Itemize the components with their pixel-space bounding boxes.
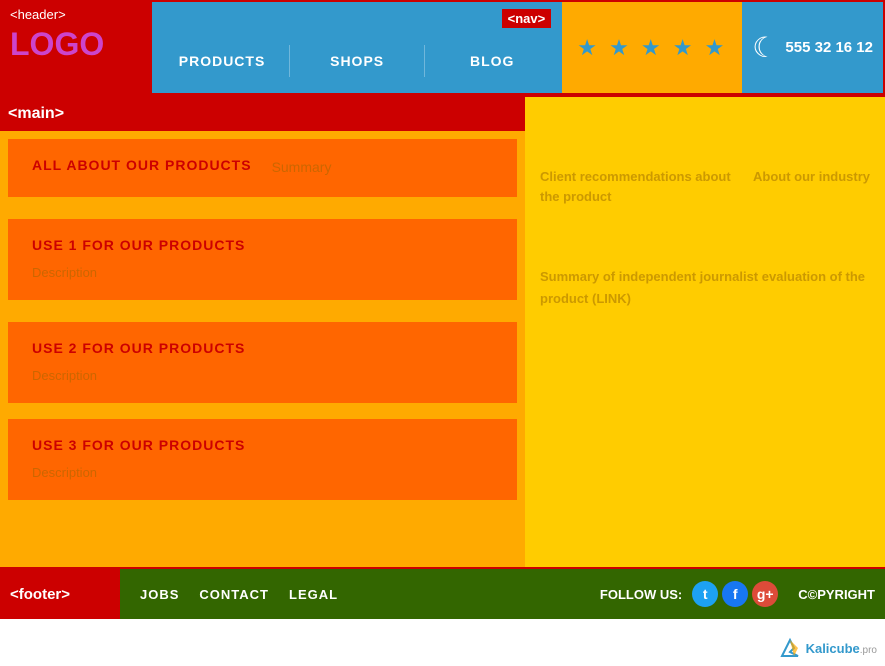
nav-tag-row: <nav> bbox=[155, 5, 559, 32]
section-use1-inner: USE 1 FOR OUR PRODUCTS Description bbox=[20, 229, 505, 288]
nav-blog[interactable]: BLOG bbox=[425, 45, 559, 77]
section-use2-inner: USE 2 FOR OUR PRODUCTS Description bbox=[20, 332, 505, 391]
right-bottom: Summary of independent journalist evalua… bbox=[540, 266, 870, 310]
footer-right: FOLLOW US: t f g+ C©PYRIGHT bbox=[600, 581, 885, 607]
product-title-all: ALL ABOUT OUR PRODUCTS bbox=[32, 157, 252, 173]
use-spacer2 bbox=[32, 360, 493, 368]
social-icons: t f g+ bbox=[692, 581, 778, 607]
journalist-summary: Summary of independent journalist evalua… bbox=[540, 266, 870, 310]
footer-tag: <footer> bbox=[10, 586, 70, 603]
main-tag-row: <main> bbox=[0, 97, 525, 131]
footer: <footer> JOBS CONTACT LEGAL FOLLOW US: t… bbox=[0, 567, 885, 619]
nav-tag: <nav> bbox=[502, 9, 552, 28]
footer-legal[interactable]: LEGAL bbox=[289, 587, 338, 602]
section-use3-inner: USE 3 FOR OUR PRODUCTS Description bbox=[20, 429, 505, 488]
product-desc-use3: Description bbox=[32, 465, 493, 480]
right-top: Client recommendations about the product… bbox=[540, 107, 870, 206]
product-desc-use1: Description bbox=[32, 265, 493, 280]
use-spacer1 bbox=[32, 257, 493, 265]
product-summary: Summary bbox=[272, 159, 332, 175]
facebook-icon[interactable]: f bbox=[722, 581, 748, 607]
footer-jobs[interactable]: JOBS bbox=[140, 587, 179, 602]
main-right: Client recommendations about the product… bbox=[525, 97, 885, 567]
main-left: <main> ALL ABOUT OUR PRODUCTS Summary US… bbox=[0, 97, 525, 567]
about-industry: About our industry bbox=[753, 167, 870, 206]
stars: ★ ★ ★ ★ ★ bbox=[577, 35, 727, 61]
footer-contact[interactable]: CONTACT bbox=[199, 587, 269, 602]
twitter-icon[interactable]: t bbox=[692, 581, 718, 607]
product-section-use3: USE 3 FOR OUR PRODUCTS Description bbox=[8, 419, 517, 500]
product-section-all: ALL ABOUT OUR PRODUCTS Summary bbox=[8, 139, 517, 197]
product-title-use2: USE 2 FOR OUR PRODUCTS bbox=[32, 340, 493, 356]
product-section-use1: USE 1 FOR OUR PRODUCTS Description bbox=[8, 219, 517, 300]
header-logo-section: <header> LOGO bbox=[2, 2, 152, 93]
footer-links: JOBS CONTACT LEGAL bbox=[120, 587, 358, 602]
phone-section: ☾ 555 32 16 12 bbox=[742, 2, 883, 93]
nav-shops[interactable]: SHOPS bbox=[290, 45, 425, 77]
watermark-text: Kalicube.pro bbox=[806, 641, 877, 656]
nav-section: <nav> PRODUCTS SHOPS BLOG bbox=[152, 2, 562, 93]
kalicube-logo-icon bbox=[778, 636, 802, 660]
section-all-inner: ALL ABOUT OUR PRODUCTS Summary bbox=[20, 149, 505, 185]
watermark: Kalicube.pro bbox=[778, 636, 877, 660]
product-section-use2: USE 2 FOR OUR PRODUCTS Description bbox=[8, 322, 517, 403]
phone-number: 555 32 16 12 bbox=[785, 39, 873, 56]
footer-tag-wrap: <footer> bbox=[0, 569, 120, 619]
client-recommendations: Client recommendations about the product bbox=[540, 167, 733, 206]
phone-icon: ☾ bbox=[752, 31, 777, 64]
nav-links: PRODUCTS SHOPS BLOG bbox=[155, 32, 559, 90]
main-tag: <main> bbox=[8, 105, 64, 123]
spacer2 bbox=[0, 306, 525, 316]
use-spacer3 bbox=[32, 457, 493, 465]
copyright: C©PYRIGHT bbox=[798, 587, 875, 602]
product-title-use1: USE 1 FOR OUR PRODUCTS bbox=[32, 237, 493, 253]
stars-section: ★ ★ ★ ★ ★ bbox=[562, 2, 742, 93]
follow-us-label: FOLLOW US: bbox=[600, 587, 682, 602]
google-plus-icon[interactable]: g+ bbox=[752, 581, 778, 607]
logo: LOGO bbox=[10, 26, 144, 63]
main-wrapper: <main> ALL ABOUT OUR PRODUCTS Summary US… bbox=[0, 95, 885, 567]
spacer1 bbox=[0, 203, 525, 213]
product-title-use3: USE 3 FOR OUR PRODUCTS bbox=[32, 437, 493, 453]
header-tag: <header> bbox=[10, 7, 144, 22]
header: <header> LOGO <nav> PRODUCTS SHOPS BLOG … bbox=[0, 0, 885, 95]
product-desc-use2: Description bbox=[32, 368, 493, 383]
nav-products[interactable]: PRODUCTS bbox=[155, 45, 290, 77]
